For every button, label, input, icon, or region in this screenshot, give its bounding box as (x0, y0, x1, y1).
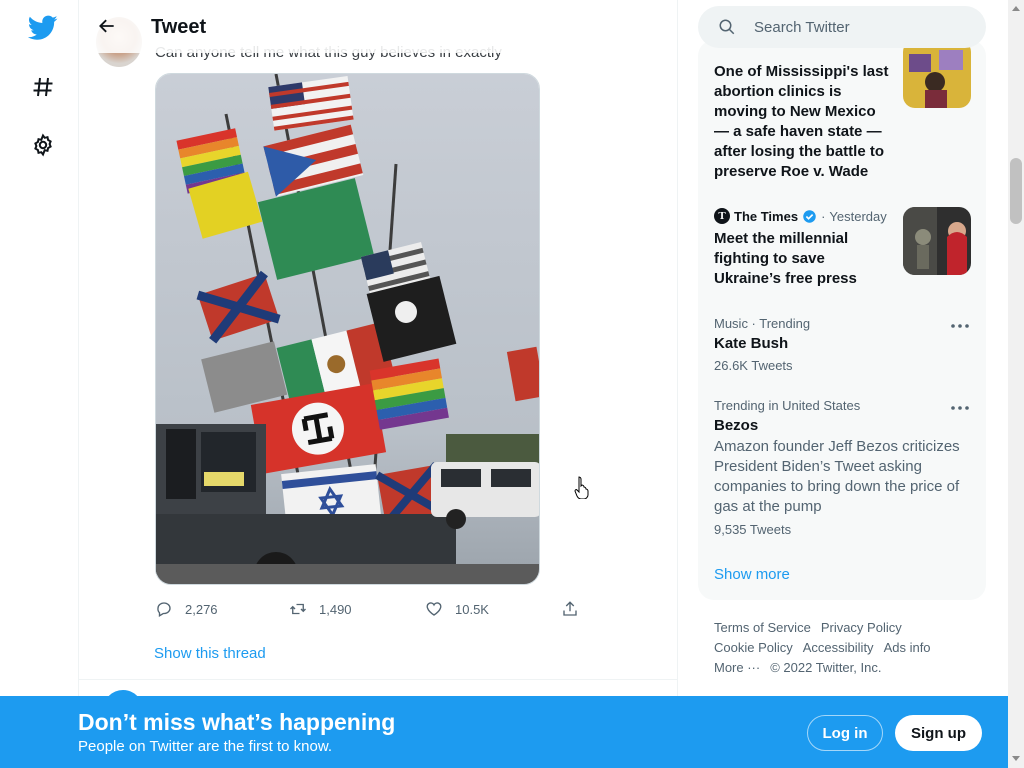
news-source-name: The Times (734, 208, 799, 224)
trend-context: Trending in United States (714, 398, 861, 413)
accessibility-link[interactable]: Accessibility (803, 640, 874, 655)
scroll-down-arrow-icon[interactable] (1012, 756, 1020, 761)
news-source-line: T The Times · Yesterday (714, 208, 887, 224)
back-button[interactable] (91, 10, 123, 42)
cookie-policy-link[interactable]: Cookie Policy (714, 640, 793, 655)
retweet-button[interactable]: 1,490 (289, 598, 352, 620)
retweet-icon (290, 603, 306, 615)
heart-icon (426, 602, 442, 616)
news-thumbnail (903, 40, 971, 108)
main-column: Tweet Can anyone tell me what this guy b… (79, 0, 678, 768)
page-title: Tweet (151, 16, 207, 38)
trend-name[interactable]: Bezos (714, 417, 758, 434)
footer-links-row: Cookie Policy Accessibility Ads info (714, 640, 931, 655)
banner-title: Don’t miss what’s happening (78, 709, 396, 735)
hand-cursor-icon (574, 476, 589, 499)
trend-name[interactable]: Kate Bush (714, 335, 788, 352)
show-more-link[interactable]: Show more (714, 566, 790, 583)
search-bar[interactable] (698, 6, 986, 48)
log-in-button[interactable]: Log in (807, 715, 883, 751)
retweet-count: 1,490 (319, 601, 352, 617)
news-headline: One of Mississippi's last abortion clini… (714, 63, 889, 180)
divider (79, 679, 677, 680)
main-header: Tweet (79, 0, 677, 53)
show-thread-link[interactable]: Show this thread (154, 645, 266, 662)
trend-context: Music · Trending (714, 316, 811, 331)
reply-bubble-icon (157, 602, 171, 617)
copyright-text: © 2022 Twitter, Inc. (770, 660, 882, 675)
the-times-logo-icon: T (714, 208, 730, 224)
scroll-up-arrow-icon[interactable] (1012, 6, 1020, 11)
banner-subtitle: People on Twitter are the first to know. (78, 738, 333, 755)
more-options-button[interactable] (948, 398, 972, 418)
whats-happening-panel: One of Mississippi's last abortion clini… (698, 40, 986, 600)
terms-link[interactable]: Terms of Service (714, 620, 811, 635)
news-time: Yesterday (829, 208, 887, 224)
right-sidebar: One of Mississippi's last abortion clini… (678, 0, 1008, 768)
footer-links-row: More ··· © 2022 Twitter, Inc. (714, 660, 881, 675)
signup-banner: Don’t miss what’s happening People on Tw… (0, 696, 1008, 768)
trend-tweet-count: 26.6K Tweets (714, 358, 793, 373)
arrow-left-icon (99, 19, 114, 33)
search-input[interactable] (754, 6, 974, 48)
page-scrollbar[interactable] (1008, 0, 1024, 768)
share-upload-icon (563, 601, 577, 616)
search-icon (719, 19, 735, 35)
separator-dot: · (821, 208, 826, 224)
flags-truck-image (156, 74, 539, 584)
sign-up-button[interactable]: Sign up (895, 715, 982, 751)
share-button[interactable] (561, 598, 579, 620)
ellipsis-icon (951, 324, 969, 328)
scrollbar-thumb[interactable] (1010, 158, 1022, 224)
explore-hash-icon[interactable] (26, 70, 60, 104)
ellipsis-icon (951, 406, 969, 410)
like-count: 10.5K (455, 601, 489, 617)
twitter-page: Tweet Can anyone tell me what this guy b… (0, 0, 1024, 768)
ads-info-link[interactable]: Ads info (884, 640, 931, 655)
twitter-logo-icon[interactable] (26, 11, 60, 45)
footer-links-row: Terms of Service Privacy Policy (714, 620, 902, 635)
left-nav (0, 0, 79, 768)
more-options-button[interactable] (948, 316, 972, 336)
settings-gear-icon[interactable] (26, 128, 60, 162)
news-headline: Meet the millennial fighting to save Ukr… (714, 230, 857, 287)
news-thumbnail (903, 207, 971, 275)
trend-description: Amazon founder Jeff Bezos criticizes Pre… (714, 438, 960, 515)
like-button[interactable]: 10.5K (425, 598, 489, 620)
reply-button[interactable]: 2,276 (155, 598, 218, 620)
tweet-photo[interactable] (155, 73, 540, 585)
more-link[interactable]: More ··· (714, 660, 760, 675)
verified-badge-icon (803, 209, 816, 223)
reply-count: 2,276 (185, 601, 218, 617)
trend-tweet-count: 9,535 Tweets (714, 522, 792, 537)
privacy-link[interactable]: Privacy Policy (821, 620, 902, 635)
